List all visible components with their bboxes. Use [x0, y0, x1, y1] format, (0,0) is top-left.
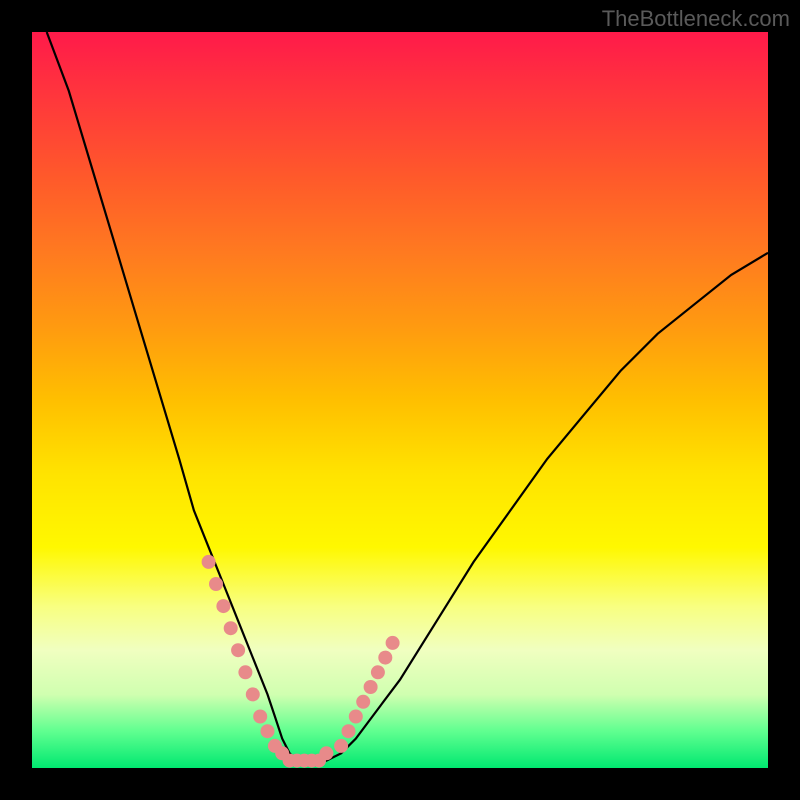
- highlight-markers: [202, 555, 400, 768]
- highlight-dot: [216, 599, 230, 613]
- highlight-dot: [334, 739, 348, 753]
- highlight-dot: [246, 687, 260, 701]
- highlight-dot: [364, 680, 378, 694]
- highlight-dot: [261, 724, 275, 738]
- bottleneck-curve: [47, 32, 768, 761]
- highlight-dot: [202, 555, 216, 569]
- highlight-dot: [386, 636, 400, 650]
- highlight-dot: [371, 665, 385, 679]
- watermark-text: TheBottleneck.com: [602, 6, 790, 32]
- chart-svg: [0, 0, 800, 800]
- highlight-dot: [209, 577, 223, 591]
- highlight-dot: [231, 643, 245, 657]
- highlight-dot: [224, 621, 238, 635]
- highlight-dot: [319, 746, 333, 760]
- highlight-dot: [342, 724, 356, 738]
- highlight-dot: [238, 665, 252, 679]
- highlight-dot: [356, 695, 370, 709]
- highlight-dot: [378, 651, 392, 665]
- highlight-dot: [253, 710, 267, 724]
- highlight-dot: [349, 710, 363, 724]
- curve-path: [47, 32, 768, 761]
